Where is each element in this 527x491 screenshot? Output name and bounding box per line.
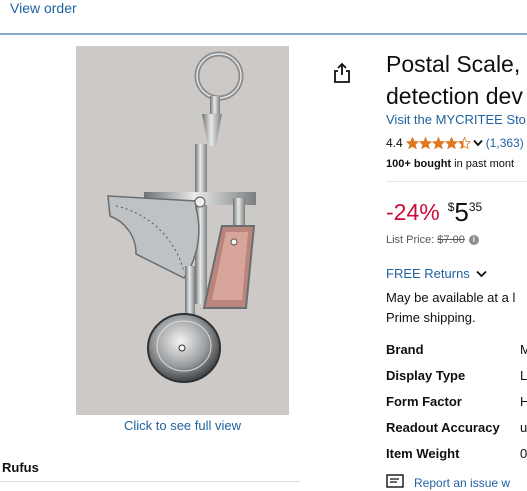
store-link[interactable]: Visit the MYCRITEE Sto xyxy=(386,112,527,127)
spec-value: M xyxy=(520,341,527,357)
star-icon xyxy=(444,137,458,149)
rating-row[interactable]: 4.4 (1,363) xyxy=(386,136,527,150)
list-price: List Price: $7.00 i xyxy=(386,234,479,246)
report-icon xyxy=(386,474,404,491)
star-icon xyxy=(405,137,419,149)
price-fraction: 35 xyxy=(468,200,483,214)
owner-name: Rufus xyxy=(2,460,39,475)
spec-key: Readout Accuracy xyxy=(386,419,500,435)
availability-line2: Prime shipping. xyxy=(386,310,476,325)
full-view-link[interactable]: Click to see full view xyxy=(76,418,289,433)
share-icon[interactable] xyxy=(332,62,352,84)
list-price-value: $7.00 xyxy=(437,234,465,246)
free-returns-link[interactable]: FREE Returns xyxy=(386,266,470,281)
spec-value: 0 xyxy=(520,445,527,461)
star-icon xyxy=(431,137,445,149)
header-divider xyxy=(0,33,527,35)
spec-row: Display Type L xyxy=(386,362,527,388)
view-order-link[interactable]: View order xyxy=(10,0,77,17)
bottom-divider xyxy=(0,481,300,482)
spec-value: L xyxy=(520,367,527,383)
star-icon xyxy=(418,137,432,149)
spec-value: H xyxy=(520,393,527,409)
bought-count: 100+ bought xyxy=(386,158,452,170)
bought-rest: in past mont xyxy=(451,158,515,170)
review-count-link[interactable]: (1,363) xyxy=(486,136,524,150)
chevron-down-icon[interactable] xyxy=(473,136,483,150)
spec-value: u xyxy=(520,419,527,435)
free-returns[interactable]: FREE Returns xyxy=(386,266,487,281)
price-block: -24% $ 5 35 xyxy=(386,198,482,226)
spec-key: Form Factor xyxy=(386,393,462,409)
spec-row: Item Weight 0 xyxy=(386,440,527,466)
discount-percent: -24% xyxy=(386,199,440,225)
report-issue[interactable]: Report an issue w xyxy=(386,474,527,491)
spec-key: Item Weight xyxy=(386,445,460,461)
chevron-down-icon[interactable] xyxy=(476,266,487,281)
info-icon[interactable]: i xyxy=(468,235,479,245)
spec-row: Brand M xyxy=(386,336,527,362)
report-issue-link[interactable]: Report an issue w xyxy=(414,476,510,490)
postal-scale-illustration xyxy=(107,51,256,383)
spec-key: Brand xyxy=(386,341,424,357)
spec-table: Brand M Display Type L Form Factor H Readout A… xyxy=(386,336,527,466)
rating-value: 4.4 xyxy=(386,136,403,150)
star-rating[interactable] xyxy=(405,137,471,149)
spec-row: Form Factor H xyxy=(386,388,527,414)
product-title-line2: detection dev xyxy=(386,83,523,109)
bought-badge: 100+ bought in past mont xyxy=(386,158,527,170)
price-currency: $ xyxy=(447,200,455,214)
product-image[interactable] xyxy=(76,46,289,415)
price-whole: 5 xyxy=(454,197,469,227)
list-price-label: List Price: xyxy=(386,234,435,246)
product-title-line1: Postal Scale, xyxy=(386,51,521,77)
spec-key: Display Type xyxy=(386,367,466,383)
spec-row: Readout Accuracy u xyxy=(386,414,527,440)
section-divider xyxy=(386,181,527,182)
product-title: Postal Scale, detection dev xyxy=(386,48,527,112)
availability-line1: May be available at a l xyxy=(386,290,516,305)
availability: May be available at a l Prime shipping. xyxy=(386,288,527,328)
star-icon xyxy=(457,137,471,149)
